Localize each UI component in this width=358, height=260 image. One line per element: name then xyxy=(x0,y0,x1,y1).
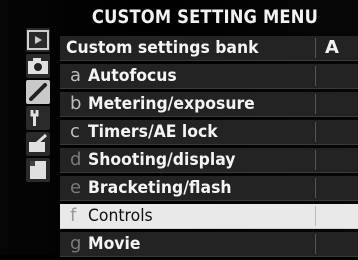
menu-item-controls[interactable]: f Controls xyxy=(60,204,358,229)
item-label: Movie xyxy=(88,234,141,254)
camera-icon xyxy=(28,58,48,74)
menu-item-metering-exposure[interactable]: b Metering/exposure xyxy=(60,92,358,117)
pencil-icon xyxy=(29,83,47,101)
item-letter: c xyxy=(70,121,80,142)
wrench-icon xyxy=(30,110,39,126)
menu-title: CUSTOM SETTING MENU xyxy=(91,6,319,28)
item-letter: a xyxy=(70,65,82,86)
item-label: Autofocus xyxy=(88,66,177,86)
custom-setting-list: Custom settings bank A a Autofocus b Met… xyxy=(60,36,358,260)
menu-item-autofocus[interactable]: a Autofocus xyxy=(60,64,358,89)
item-label: Controls xyxy=(88,206,153,226)
item-label: Metering/exposure xyxy=(88,94,255,114)
playback-tab[interactable] xyxy=(26,28,50,52)
row-divider xyxy=(315,38,316,58)
item-letter: g xyxy=(70,233,82,254)
item-letter: d xyxy=(70,149,82,170)
item-label: Shooting/display xyxy=(88,150,236,170)
menu-item-bracketing-flash[interactable]: e Bracketing/flash xyxy=(60,176,358,201)
menu-item-shooting-display[interactable]: d Shooting/display xyxy=(60,148,358,173)
shooting-tab[interactable] xyxy=(26,54,50,78)
item-label: Bracketing/flash xyxy=(88,178,232,198)
row-divider xyxy=(315,122,316,142)
menu-item-movie[interactable]: g Movie xyxy=(60,232,358,257)
retouch-icon xyxy=(29,133,48,152)
bank-value: A xyxy=(325,37,339,58)
item-letter: f xyxy=(70,205,77,226)
row-divider xyxy=(315,178,316,198)
custom-settings-bank-row[interactable]: Custom settings bank A xyxy=(60,36,358,61)
retouch-tab[interactable] xyxy=(26,132,50,156)
row-divider xyxy=(315,150,316,170)
item-letter: e xyxy=(70,177,82,198)
my-menu-icon xyxy=(30,161,46,179)
row-divider xyxy=(315,66,316,86)
bank-label: Custom settings bank xyxy=(66,38,259,58)
item-label: Timers/AE lock xyxy=(88,122,218,142)
menu-item-timers-ae-lock[interactable]: c Timers/AE lock xyxy=(60,120,358,145)
playback-icon xyxy=(27,30,49,50)
menu-sidebar xyxy=(18,26,60,255)
my-menu-tab[interactable] xyxy=(26,158,50,182)
row-divider xyxy=(315,206,316,226)
setup-tab[interactable] xyxy=(26,106,50,130)
row-divider xyxy=(315,94,316,114)
custom-setting-tab[interactable] xyxy=(26,80,50,104)
camera-menu-screen: CUSTOM SETTING MENU Custom settings bank… xyxy=(0,0,358,257)
item-letter: b xyxy=(70,93,82,114)
row-divider xyxy=(315,234,316,254)
